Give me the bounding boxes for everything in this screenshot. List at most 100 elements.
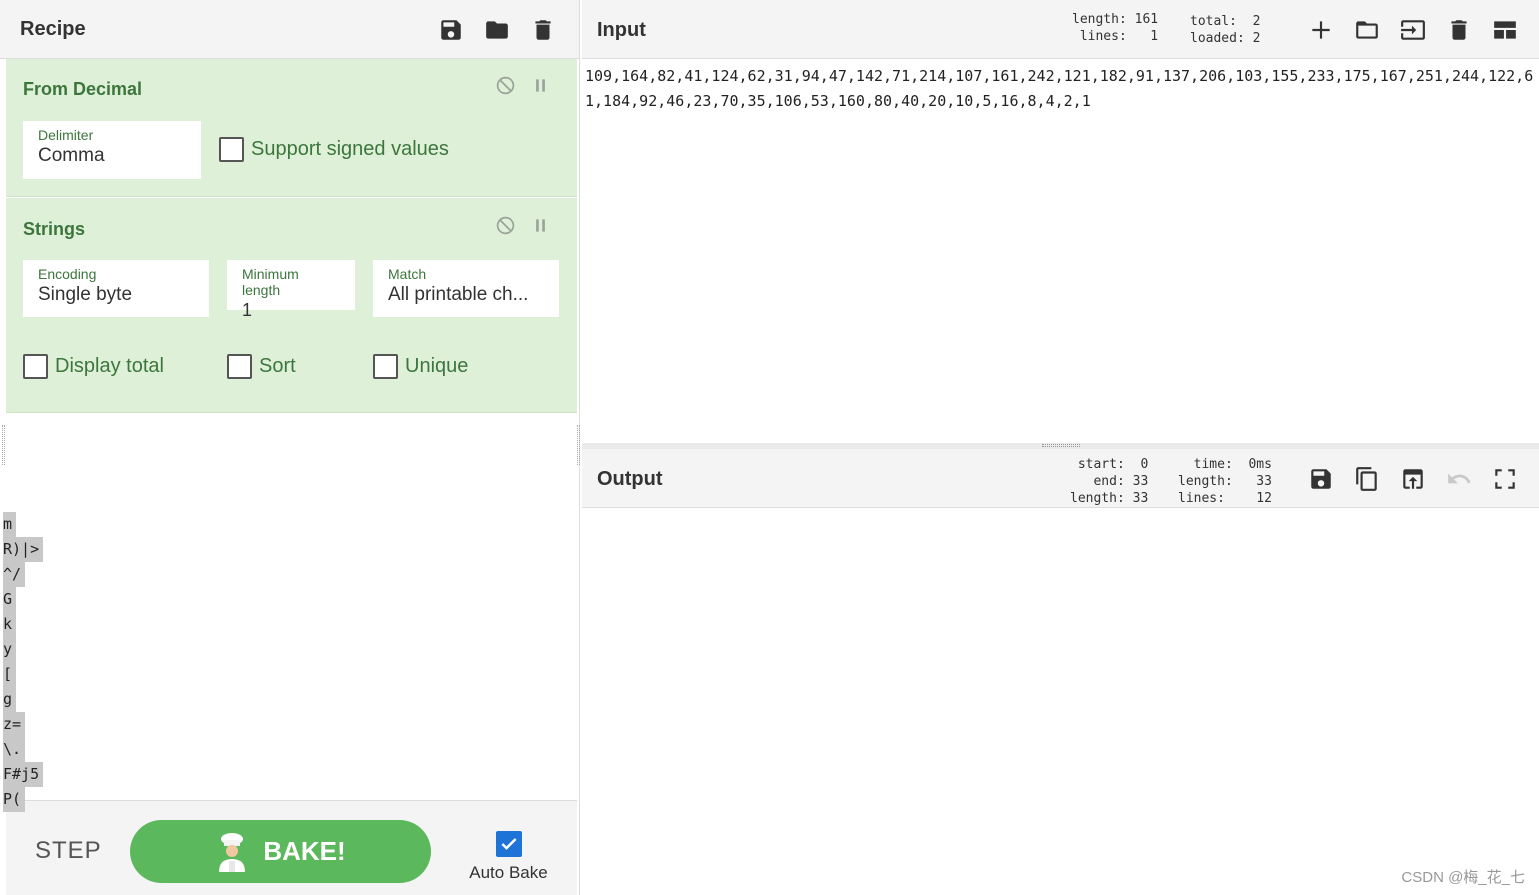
output-line: [ [3,662,17,687]
field-label: Minimum length [242,266,299,298]
operation-from-decimal: From Decimal Delimiter Comma Support sig… [6,59,577,197]
checkbox-box[interactable] [23,354,48,379]
disable-operation-button[interactable] [493,213,517,237]
reset-layout-button[interactable] [1488,13,1522,47]
chef-icon [219,832,246,872]
output-line-row: ^/ [3,562,43,587]
add-input-button[interactable] [1304,13,1338,47]
delimiter-field[interactable]: Delimiter Comma [23,121,201,179]
disable-icon [496,216,514,234]
folder-icon [486,20,508,39]
stat-label: length: [1178,474,1233,489]
stat-label: time: [1193,457,1233,472]
undo-icon [1448,473,1471,483]
output-line: ^/ [3,562,26,587]
sort-checkbox[interactable]: Sort [227,354,296,379]
output-text[interactable]: m R)|> ^/Gk y[g z= \. F#j5 P( [3,512,44,812]
stat-label: length: [1072,12,1127,27]
field-value: 1 [242,300,253,320]
checkbox-box[interactable] [373,354,398,379]
undo-button[interactable] [1442,462,1476,496]
support-signed-values-checkbox[interactable]: Support signed values [219,137,449,162]
disable-operation-button[interactable] [493,73,517,97]
stat-value: 1 [1150,29,1159,44]
field-label: Delimiter [38,127,94,143]
output-line: z= [3,712,26,737]
output-line-row: F#j5 [3,762,44,787]
stat-value: 33 [1256,474,1272,489]
recipe-panel: Recipe From Decimal Delimiter Comma Supp… [0,0,580,895]
stat-value: 0ms [1248,457,1272,472]
operation-strings: Strings Encoding Single byte Minimum len… [6,198,577,413]
pause-operation-button[interactable] [528,213,552,237]
output-line: R)|> [3,537,44,562]
recipe-header-icons [422,0,560,59]
stat-label: end: [1093,474,1125,489]
open-file-button[interactable] [1350,13,1384,47]
watermark: CSDN @梅_花_七 [1401,869,1525,886]
save-icon [441,19,461,40]
input-textarea[interactable]: 109,164,82,41,124,62,31,94,47,142,71,214… [585,64,1535,114]
resize-handle[interactable] [2,425,5,465]
auto-bake-checkbox[interactable] [495,831,522,857]
input-panel: Input length: 161 lines: 1 total: 2 load… [582,0,1539,443]
checkbox-label: Support signed values [251,138,449,160]
layout-icon [1494,20,1516,39]
input-arrow-icon [1401,19,1425,40]
operation-title: From Decimal [23,79,143,99]
save-output-button[interactable] [1304,462,1338,496]
auto-bake-toggle[interactable]: Auto Bake [466,831,551,883]
pause-icon [535,218,545,232]
stat-value: 33 [1132,491,1149,506]
pause-operation-button[interactable] [528,73,552,97]
output-line: m [3,512,17,537]
stat-label: length: [1070,491,1125,506]
input-header: Input length: 161 lines: 1 total: 2 load… [582,0,1539,59]
stat-value: 0 [1140,457,1149,472]
copy-icon [1356,466,1377,491]
load-recipe-button[interactable] [480,13,514,47]
match-field[interactable]: Match All printable ch... [373,260,559,317]
stat-value: 2 [1252,14,1261,29]
stat-label: lines: [1178,491,1225,506]
maximise-output-button[interactable] [1488,462,1522,496]
output-line: P( [3,787,26,812]
step-button[interactable]: STEP [35,837,102,865]
save-recipe-button[interactable] [434,13,468,47]
output-line: \. [3,737,26,762]
stat-value: 161 [1134,12,1159,27]
field-label: Match [388,266,427,282]
checkbox-box[interactable] [219,137,244,162]
clear-recipe-button[interactable] [526,13,560,47]
replace-input-button[interactable] [1396,462,1430,496]
minimum-length-field[interactable]: Minimum length 1 [227,260,355,320]
output-line: k [3,612,17,637]
stat-label: loaded: [1190,31,1245,46]
checkbox-label: Display total [55,355,164,377]
divider-grip[interactable] [1042,444,1080,447]
output-line-row: g [3,687,43,712]
field-value: All printable ch... [388,284,529,305]
copy-output-button[interactable] [1350,462,1384,496]
open-folder-button[interactable] [1396,13,1430,47]
stat-value: 2 [1252,31,1261,46]
clear-input-button[interactable] [1442,13,1476,47]
folder-outline-icon [1356,20,1378,39]
bake-button[interactable]: BAKE! [130,820,431,883]
auto-bake-label: Auto Bake [469,863,548,882]
output-line-row: R)|> [3,537,44,562]
stat-label: total: [1190,14,1237,29]
field-value: Comma [38,145,105,166]
display-total-checkbox[interactable]: Display total [23,354,164,379]
operation-controls [482,213,552,237]
stat-label: lines: [1079,29,1127,44]
stat-label: start: [1077,457,1125,472]
disable-icon [496,76,514,94]
checkbox-box[interactable] [227,354,252,379]
unique-checkbox[interactable]: Unique [373,354,468,379]
save-icon [1311,468,1331,489]
resize-handle[interactable] [577,425,580,465]
output-stats-selection: start: 0 end: 33 length: 33 [1070,456,1148,507]
encoding-field[interactable]: Encoding Single byte [23,260,209,317]
output-line: y [3,637,17,662]
